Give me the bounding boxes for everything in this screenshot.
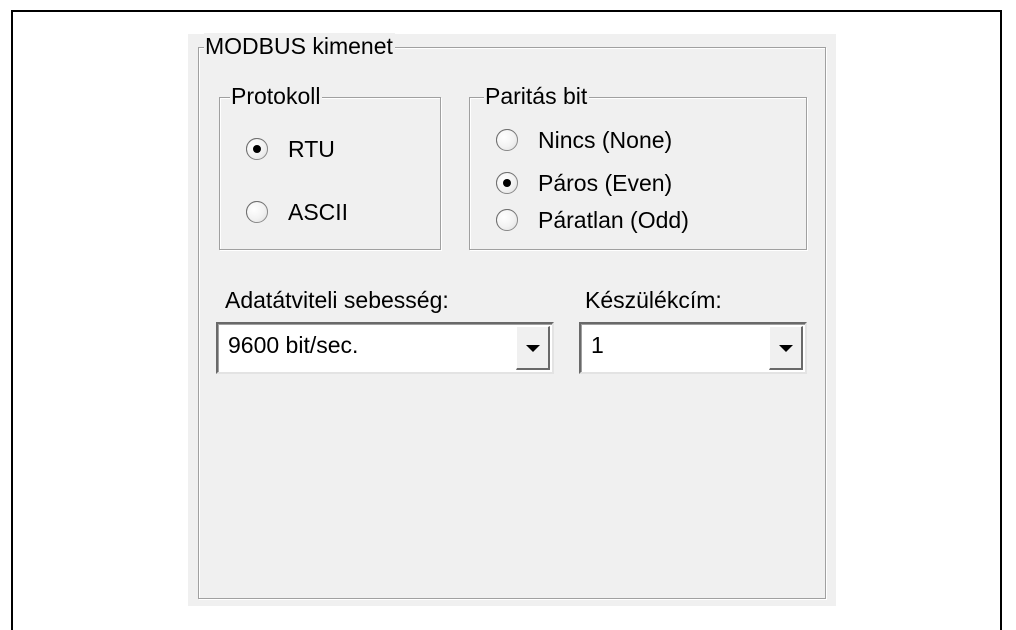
parity-group-title: Paritás bit xyxy=(484,83,590,109)
device-address-select[interactable]: 1 xyxy=(579,322,807,374)
ascii-radio-button[interactable] xyxy=(246,201,268,223)
device-address-dropdown-button[interactable] xyxy=(769,326,803,370)
parity-even-radio-button[interactable] xyxy=(496,172,518,194)
protocol-group-title: Protokoll xyxy=(230,83,323,109)
parity-option-odd[interactable]: Páratlan (Odd) xyxy=(496,207,689,233)
modbus-output-group-title: MODBUS kimenet xyxy=(204,33,395,59)
ascii-radio-label: ASCII xyxy=(288,199,349,225)
parity-option-even[interactable]: Páros (Even) xyxy=(496,170,672,196)
protocol-option-ascii[interactable]: ASCII xyxy=(246,199,348,225)
baud-rate-select[interactable]: 9600 bit/sec. xyxy=(216,322,554,374)
parity-none-radio-button[interactable] xyxy=(496,129,518,151)
protocol-option-rtu[interactable]: RTU xyxy=(246,136,335,162)
parity-even-radio-label: Páros (Even) xyxy=(538,170,673,196)
chevron-down-icon xyxy=(525,345,540,352)
settings-panel: MODBUS kimenet Protokoll RTU ASCII Parit… xyxy=(188,33,836,606)
parity-odd-radio-button[interactable] xyxy=(496,209,518,231)
rtu-radio-label: RTU xyxy=(288,136,335,162)
rtu-radio-button[interactable] xyxy=(246,138,268,160)
baud-rate-value: 9600 bit/sec. xyxy=(228,332,359,358)
device-address-label: Készülékcím: xyxy=(585,287,722,313)
baud-rate-label: Adatátviteli sebesség: xyxy=(225,287,449,313)
baud-rate-dropdown-button[interactable] xyxy=(516,326,550,370)
parity-option-none[interactable]: Nincs (None) xyxy=(496,127,672,153)
parity-none-radio-label: Nincs (None) xyxy=(538,127,673,153)
parity-group: Paritás bit Nincs (None) Páros (Even) Pá… xyxy=(469,83,807,250)
protocol-group: Protokoll RTU ASCII xyxy=(219,83,441,250)
parity-odd-radio-label: Páratlan (Odd) xyxy=(538,207,689,233)
chevron-down-icon xyxy=(778,345,793,352)
device-address-value: 1 xyxy=(591,332,604,358)
